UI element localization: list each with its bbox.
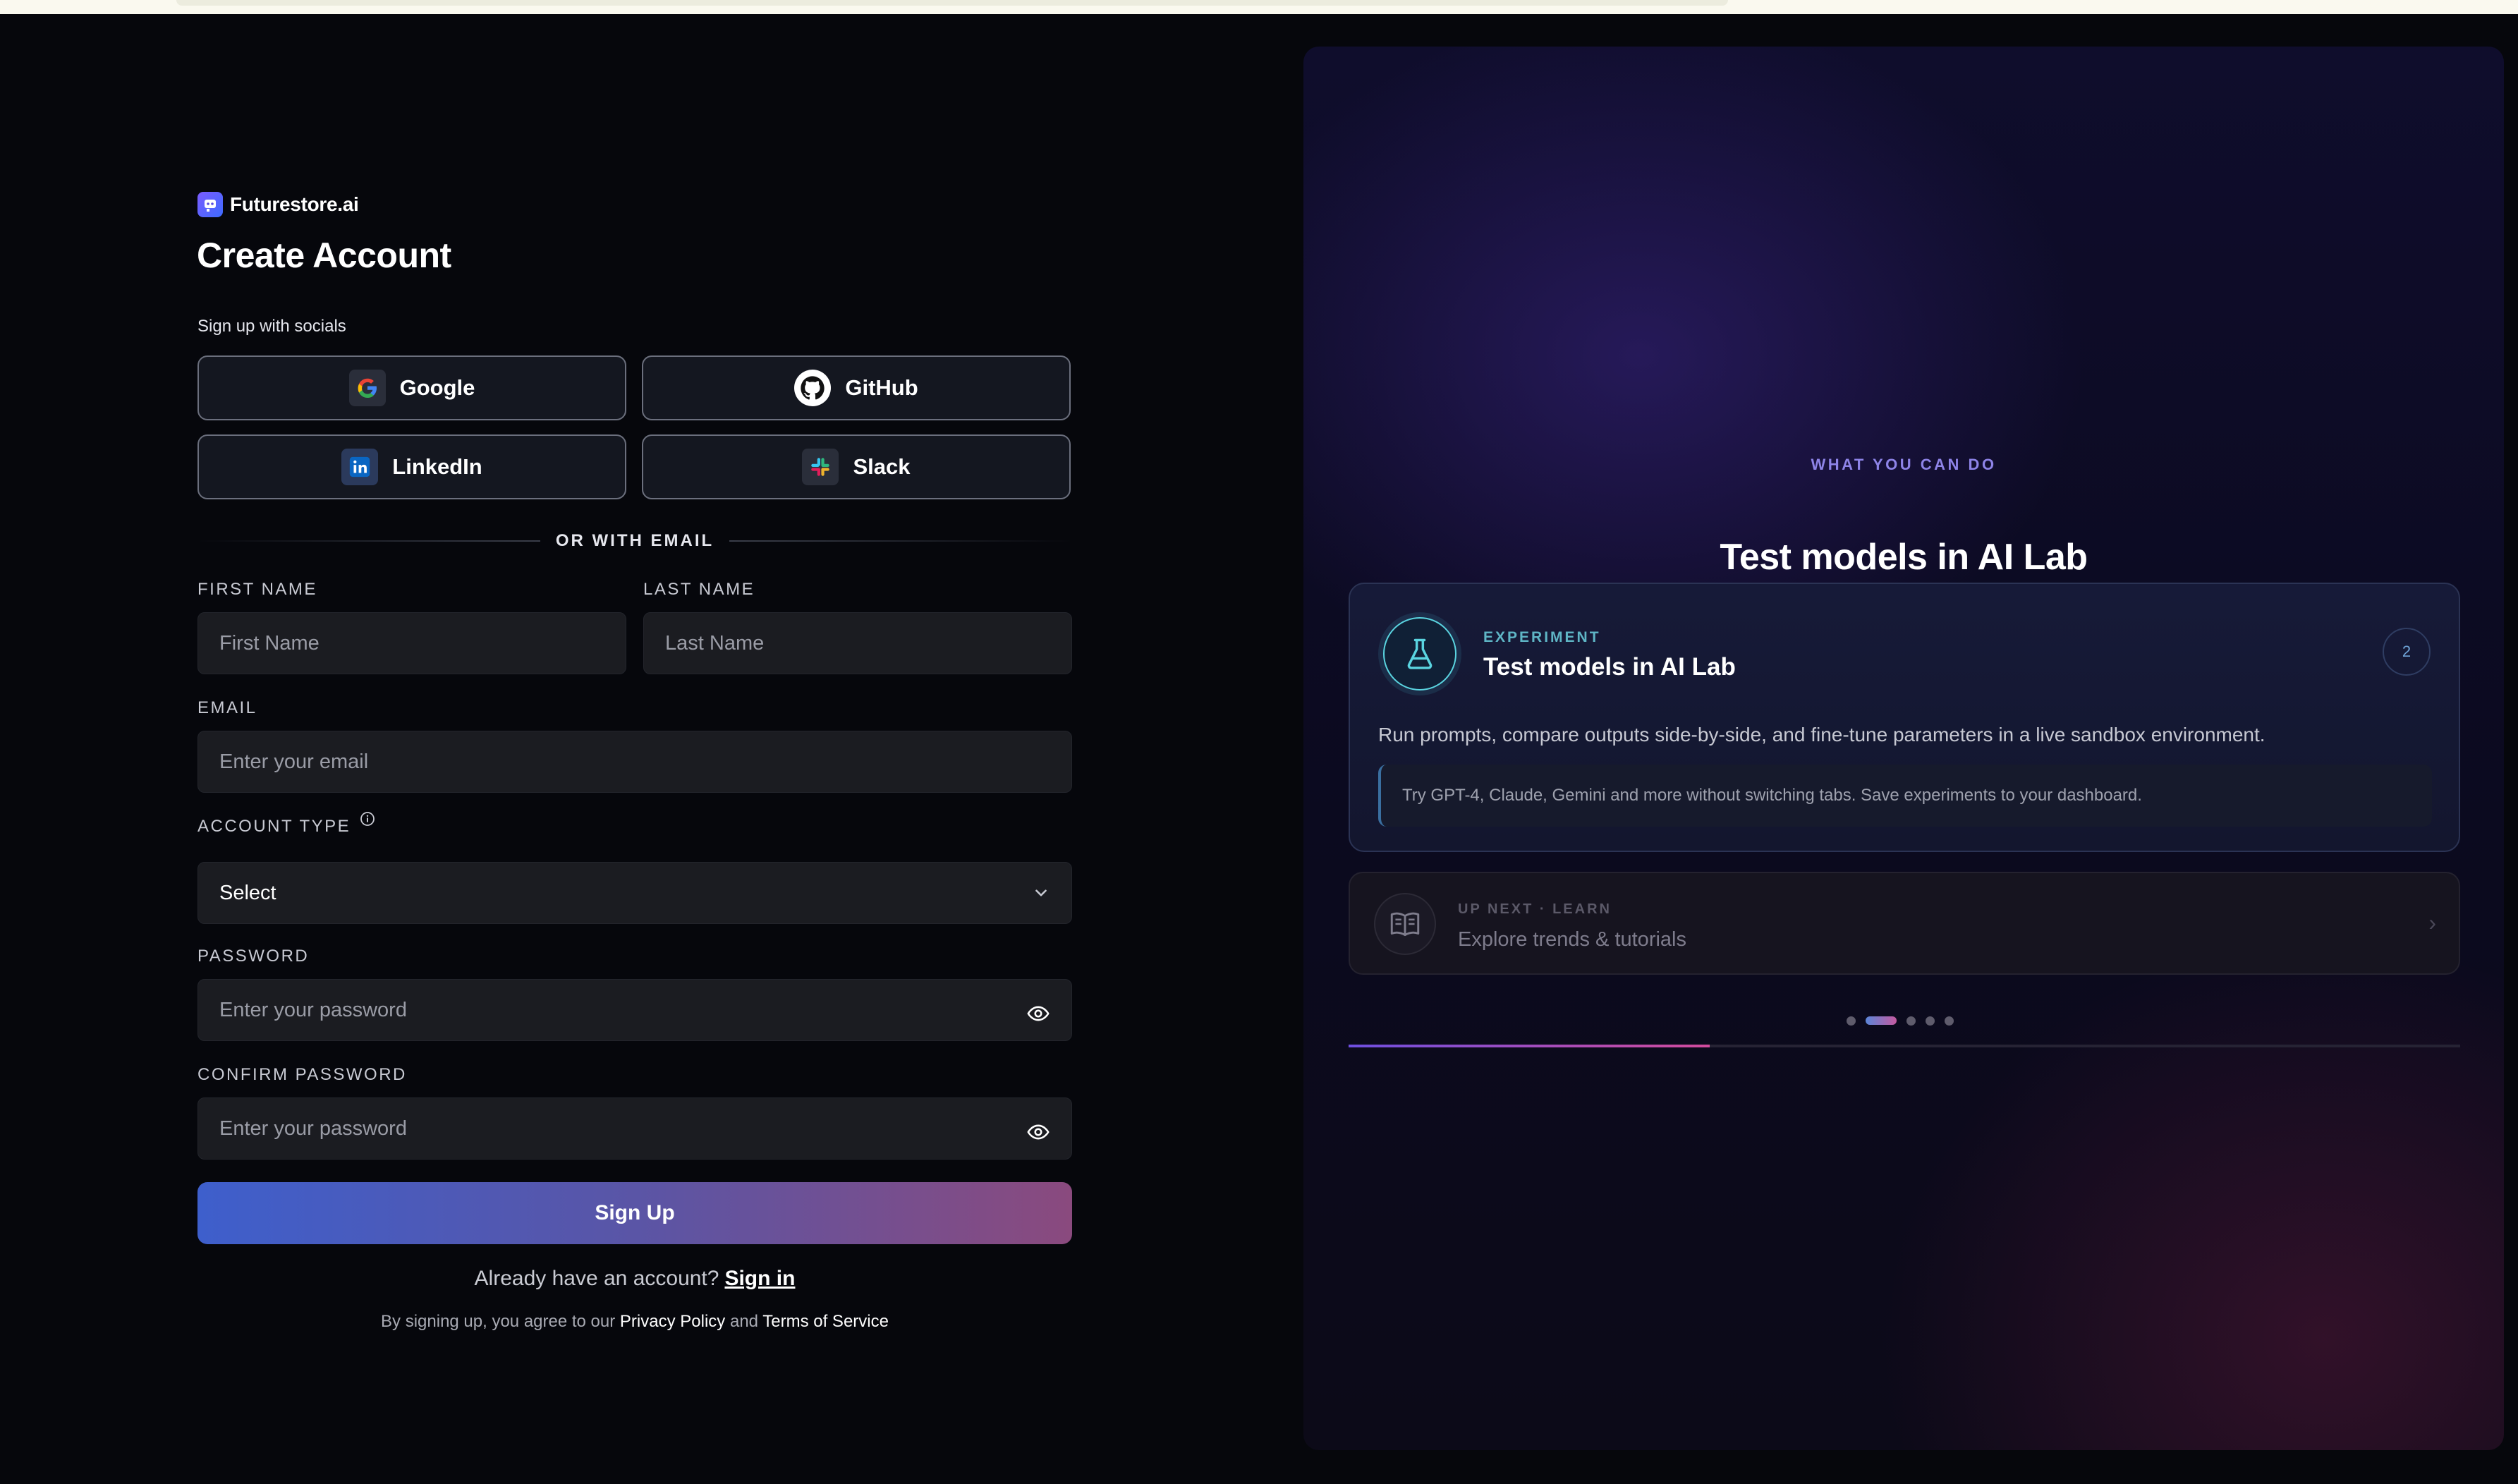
brand[interactable]: Futurestore.ai <box>197 191 359 218</box>
email-placeholder: Enter your email <box>219 750 369 773</box>
terms-and: and <box>729 1312 759 1331</box>
divider-text: OR WITH EMAIL <box>555 531 714 550</box>
password-field[interactable]: Enter your password <box>197 979 1072 1041</box>
carousel-progress <box>1349 1045 2460 1047</box>
last-name-field[interactable]: Last Name <box>643 612 1072 674</box>
eye-icon[interactable] <box>1026 1002 1050 1026</box>
page-title: Create Account <box>197 236 451 275</box>
info-icon[interactable] <box>360 811 375 827</box>
already-text: Already have an account? <box>474 1267 719 1290</box>
first-name-field[interactable]: First Name <box>197 612 626 674</box>
carousel-dot[interactable] <box>1906 1016 1916 1026</box>
linkedin-label: LinkedIn <box>392 454 482 479</box>
social-label: Sign up with socials <box>197 317 346 336</box>
account-type-label: ACCOUNT TYPE <box>197 817 351 836</box>
email-divider: OR WITH EMAIL <box>197 530 1072 552</box>
password-label: PASSWORD <box>197 947 310 966</box>
terms-of-service-link[interactable]: Terms of Service <box>762 1312 889 1331</box>
google-label: Google <box>399 375 475 400</box>
carousel-dot[interactable] <box>1866 1016 1897 1025</box>
email-label: EMAIL <box>197 698 257 717</box>
up-next-kicker: UP NEXT · LEARN <box>1458 901 1612 917</box>
social-buttons: Google GitHub LinkedIn Slack <box>197 355 1072 499</box>
chevron-down-icon <box>1035 889 1047 896</box>
panel-title: Test models in AI Lab <box>1720 537 2088 578</box>
confirm-password-placeholder: Enter your password <box>219 1117 407 1140</box>
confirm-password-field[interactable]: Enter your password <box>197 1097 1072 1160</box>
divider-line-left <box>197 540 540 542</box>
account-type-value: Select <box>219 881 276 904</box>
first-name-placeholder: First Name <box>219 631 320 655</box>
first-name-label: FIRST NAME <box>197 580 317 599</box>
card-hint: Try GPT-4, Claude, Gemini and more witho… <box>1378 765 2432 827</box>
book-icon <box>1374 893 1436 955</box>
robot-logo-icon <box>197 192 223 217</box>
feature-card-active: EXPERIMENT Test models in AI Lab 2 Run p… <box>1349 583 2460 852</box>
carousel-dot[interactable] <box>1847 1016 1856 1026</box>
chevron-right-icon: › <box>2428 910 2436 935</box>
github-icon <box>794 370 832 406</box>
eye-icon[interactable] <box>1026 1120 1050 1144</box>
terms-prefix: By signing up, you agree to our <box>381 1312 616 1331</box>
carousel-progress-fill <box>1349 1045 1710 1047</box>
carousel-dot[interactable] <box>1926 1016 1935 1026</box>
last-name-label: LAST NAME <box>643 580 755 599</box>
signin-prompt: Already have an account? Sign in <box>197 1267 1072 1291</box>
panel-eyebrow: WHAT YOU CAN DO <box>1811 456 1997 473</box>
slack-button[interactable]: Slack <box>642 434 1071 499</box>
terms-text: By signing up, you agree to our Privacy … <box>197 1312 1072 1332</box>
card-description: Run prompts, compare outputs side-by-sid… <box>1378 724 2265 746</box>
github-button[interactable]: GitHub <box>642 355 1071 420</box>
slack-icon <box>802 449 839 485</box>
step-badge: 2 <box>2383 628 2431 676</box>
privacy-policy-link[interactable]: Privacy Policy <box>620 1312 725 1331</box>
password-placeholder: Enter your password <box>219 998 407 1021</box>
google-icon <box>348 370 386 406</box>
sign-up-button[interactable]: Sign Up <box>197 1182 1072 1244</box>
carousel-dots <box>1847 1016 1954 1026</box>
flask-icon <box>1383 617 1456 691</box>
divider-line-right <box>729 540 1072 542</box>
slack-label: Slack <box>853 454 911 479</box>
carousel-dot[interactable] <box>1945 1016 1954 1026</box>
last-name-placeholder: Last Name <box>665 631 765 655</box>
github-label: GitHub <box>845 375 918 400</box>
up-next-card[interactable]: UP NEXT · LEARN Explore trends & tutoria… <box>1349 872 2460 975</box>
brand-name: Futurestore.ai <box>230 193 359 215</box>
card-icon-ring <box>1378 612 1461 695</box>
email-field[interactable]: Enter your email <box>197 731 1072 793</box>
card-kicker: EXPERIMENT <box>1483 629 1601 645</box>
linkedin-button[interactable]: LinkedIn <box>197 434 626 499</box>
browser-top-strip <box>0 0 2518 14</box>
up-next-title: Explore trends & tutorials <box>1458 928 1686 951</box>
confirm-password-label: CONFIRM PASSWORD <box>197 1065 407 1084</box>
feature-panel: WHAT YOU CAN DO Test models in AI Lab EX… <box>1303 47 2504 1450</box>
google-button[interactable]: Google <box>197 355 626 420</box>
account-type-select[interactable]: Select <box>197 862 1072 924</box>
linkedin-icon <box>341 449 379 485</box>
card-title: Test models in AI Lab <box>1483 653 1736 681</box>
browser-tab-edge <box>176 0 1728 6</box>
sign-in-link[interactable]: Sign in <box>724 1267 795 1290</box>
